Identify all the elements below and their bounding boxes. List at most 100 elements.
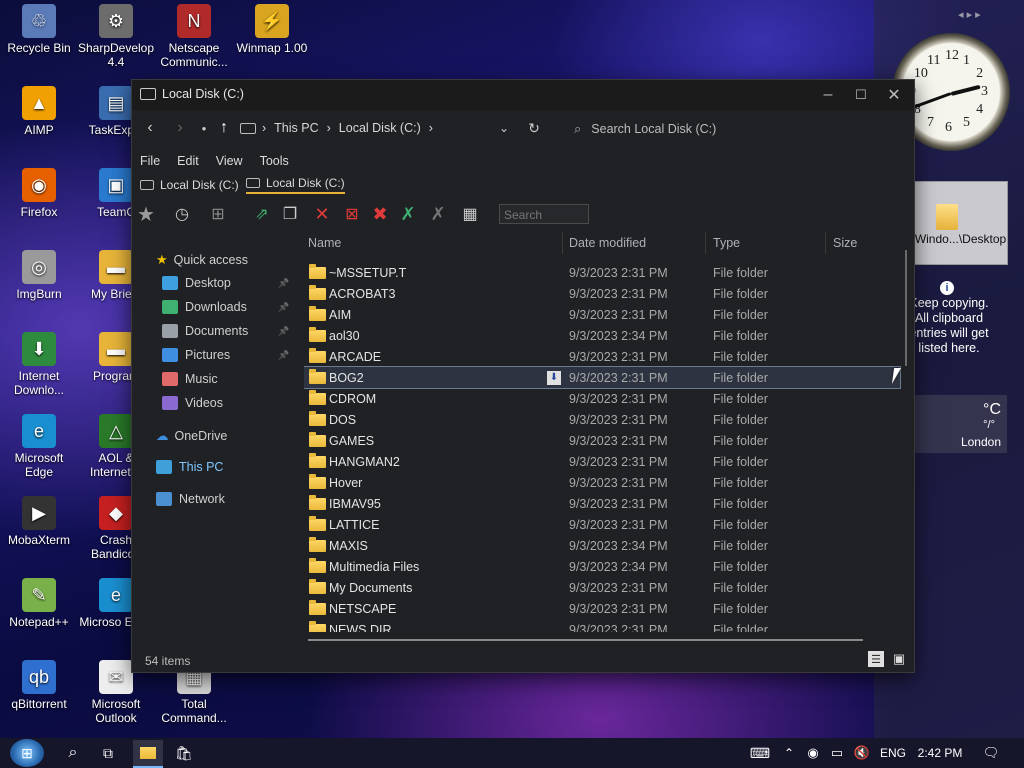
delete-file-icon[interactable]: ⊠: [342, 204, 362, 224]
column-divider[interactable]: [562, 232, 563, 254]
sidebar-item-documents[interactable]: Documents 📌: [162, 324, 292, 338]
up-button[interactable]: ↑: [214, 118, 234, 138]
desktop-icon[interactable]: ⚡ Winmap 1.00: [233, 4, 311, 55]
file-row[interactable]: BOG2 9/3/2023 2:31 PM File folder ⬇: [304, 366, 901, 389]
monitor-icon[interactable]: ▭: [828, 742, 846, 764]
sidebar-network[interactable]: Network: [156, 492, 225, 506]
tab-local-disk-2[interactable]: Local Disk (C:): [246, 176, 345, 194]
start-button[interactable]: ⊞: [10, 739, 44, 767]
desktop-icon[interactable]: qb qBittorrent: [0, 660, 78, 711]
file-row[interactable]: HANGMAN2 9/3/2023 2:31 PM File folder: [304, 451, 900, 472]
pin-icon[interactable]: 📌: [278, 278, 289, 289]
column-divider[interactable]: [825, 232, 826, 254]
back-button[interactable]: ‹: [140, 118, 160, 138]
keyboard-icon[interactable]: ⌨: [748, 742, 772, 764]
disabled-action-icon[interactable]: ✗: [428, 204, 448, 224]
history-icon[interactable]: ◷: [172, 204, 192, 224]
menu-edit[interactable]: Edit: [177, 154, 199, 168]
system-clock[interactable]: 2:42 PM: [914, 742, 966, 764]
pin-icon[interactable]: 📌: [278, 302, 289, 313]
star-icon[interactable]: ★: [136, 204, 156, 226]
task-view-icon[interactable]: ⧉: [97, 742, 119, 764]
column-divider[interactable]: [705, 232, 706, 254]
horizontal-scrollbar[interactable]: [308, 639, 863, 641]
desktop-icon[interactable]: ♲ Recycle Bin: [0, 4, 78, 55]
file-row[interactable]: ACROBAT3 9/3/2023 2:31 PM File folder: [304, 283, 900, 304]
move-icon[interactable]: ⇗: [252, 204, 272, 224]
file-row[interactable]: MAXIS 9/3/2023 2:34 PM File folder: [304, 535, 900, 556]
volume-muted-icon[interactable]: 🔇: [852, 742, 872, 764]
gadget-nav-arrows[interactable]: ◂ ▸ ▸: [958, 8, 981, 21]
desktop-icon[interactable]: ✎ Notepad++: [0, 578, 78, 629]
breadcrumb-this-pc[interactable]: This PC: [274, 121, 318, 135]
tab-local-disk-1[interactable]: Local Disk (C:): [140, 178, 239, 192]
desktop-icon[interactable]: ⚙ SharpDevelop 4.4: [77, 4, 155, 69]
tiles-view-button[interactable]: ▣: [891, 651, 907, 667]
sidebar-onedrive[interactable]: ☁ OneDrive: [156, 428, 227, 444]
pin-icon[interactable]: 📌: [278, 350, 289, 361]
maximize-button[interactable]: ☐: [851, 85, 871, 105]
column-name[interactable]: Name: [308, 232, 341, 254]
sidebar-item-pictures[interactable]: Pictures 📌: [162, 348, 292, 362]
breadcrumb-local-disk[interactable]: Local Disk (C:): [339, 121, 421, 135]
file-row[interactable]: AIM 9/3/2023 2:31 PM File folder: [304, 304, 900, 325]
recent-dot[interactable]: ●: [194, 118, 214, 138]
sidebar-item-videos[interactable]: Videos: [162, 396, 292, 410]
file-row[interactable]: ARCADE 9/3/2023 2:31 PM File folder: [304, 346, 900, 367]
sidebar-quick-access[interactable]: ★ Quick access: [156, 252, 248, 268]
column-type[interactable]: Type: [713, 232, 740, 254]
sidebar-this-pc[interactable]: This PC: [156, 460, 223, 474]
file-row[interactable]: aol30 9/3/2023 2:34 PM File folder: [304, 325, 900, 346]
menu-file[interactable]: File: [140, 154, 160, 168]
close-button[interactable]: ✕: [884, 85, 904, 105]
sidebar-item-music[interactable]: Music: [162, 372, 292, 386]
delete-all-icon[interactable]: ✖: [370, 204, 390, 224]
file-row[interactable]: Multimedia Files 9/3/2023 2:34 PM File fol…: [304, 556, 900, 577]
toolbar-search-input[interactable]: Search: [499, 204, 589, 224]
title-bar[interactable]: Local Disk (C:) – ☐ ✕: [132, 80, 914, 110]
desktop-icon[interactable]: N Netscape Communic...: [155, 4, 233, 69]
file-row[interactable]: GAMES 9/3/2023 2:31 PM File folder: [304, 430, 900, 451]
refresh-button[interactable]: ↻: [524, 118, 544, 138]
delete-icon[interactable]: ✕: [312, 204, 332, 224]
windows-icon[interactable]: ⊞: [208, 204, 228, 224]
file-row[interactable]: NEWS.DIR 9/3/2023 2:31 PM File folder: [304, 619, 900, 632]
copy-icon[interactable]: ❐: [280, 204, 300, 224]
weather-gadget[interactable]: °C °/° London: [913, 395, 1007, 453]
file-row[interactable]: IBMAV95 9/3/2023 2:31 PM File folder: [304, 493, 900, 514]
pin-icon[interactable]: 📌: [278, 326, 289, 337]
clipboard-gadget-item[interactable]: Windo...\Desktop: [913, 181, 1008, 265]
minimize-button[interactable]: –: [818, 85, 838, 105]
search-icon[interactable]: ⌕: [62, 742, 84, 764]
camera-icon[interactable]: ◉: [804, 742, 822, 764]
forward-button[interactable]: ›: [170, 118, 190, 138]
desktop-icon[interactable]: e Microsoft Edge: [0, 414, 78, 479]
file-row[interactable]: ~MSSETUP.T 9/3/2023 2:31 PM File folder: [304, 262, 900, 283]
explorer-taskbar-button[interactable]: [133, 740, 163, 768]
desktop-icon[interactable]: ▶ MobaXterm: [0, 496, 78, 547]
address-dropdown-icon[interactable]: ⌄: [494, 118, 514, 138]
undo-delete-icon[interactable]: ✗: [398, 204, 418, 224]
desktop-icon[interactable]: ⬇ Internet Downlo...: [0, 332, 78, 397]
desktop-icon[interactable]: ◎ ImgBurn: [0, 250, 78, 301]
menu-tools[interactable]: Tools: [260, 154, 289, 168]
column-date-modified[interactable]: Date modified: [569, 232, 646, 254]
store-icon[interactable]: 🛍: [173, 742, 195, 764]
file-row[interactable]: Hover 9/3/2023 2:31 PM File folder: [304, 472, 900, 493]
chevron-up-icon[interactable]: ⌃: [780, 742, 798, 764]
desktop-icon[interactable]: ▲ AIMP: [0, 86, 78, 137]
download-icon[interactable]: ⬇: [547, 370, 561, 385]
file-row[interactable]: LATTICE 9/3/2023 2:31 PM File folder: [304, 514, 900, 535]
file-row[interactable]: DOS 9/3/2023 2:31 PM File folder: [304, 409, 900, 430]
menu-view[interactable]: View: [216, 154, 243, 168]
view-mode-icon[interactable]: ▦: [460, 204, 480, 224]
vertical-scrollbar[interactable]: [905, 250, 907, 366]
search-input[interactable]: Search Local Disk (C:): [591, 122, 716, 136]
desktop-icon[interactable]: ◉ Firefox: [0, 168, 78, 219]
file-row[interactable]: CDROM 9/3/2023 2:31 PM File folder: [304, 388, 900, 409]
details-view-button[interactable]: ☰: [868, 651, 884, 667]
sidebar-item-desktop[interactable]: Desktop 📌: [162, 276, 292, 290]
language-indicator[interactable]: ENG: [878, 742, 908, 764]
notifications-icon[interactable]: 🗨: [982, 742, 1000, 764]
column-size[interactable]: Size: [833, 232, 857, 254]
